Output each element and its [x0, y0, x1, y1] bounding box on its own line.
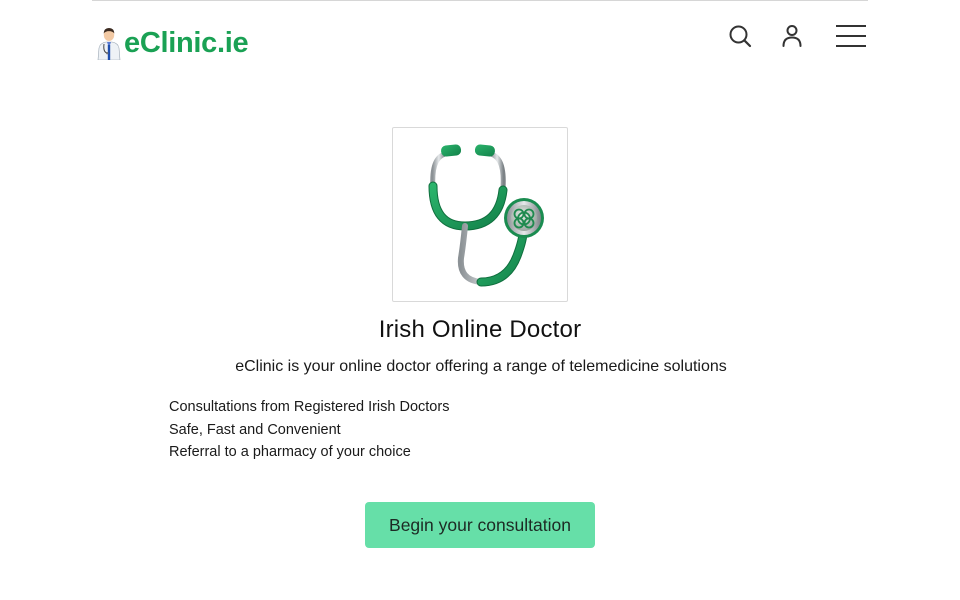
hero-image [392, 127, 568, 302]
feature-item: Referral to a pharmacy of your choice [169, 444, 411, 460]
search-icon [729, 25, 752, 48]
page-subtitle: eClinic is your online doctor offering a… [235, 358, 727, 375]
feature-list: Consultations from Registered Irish Doct… [169, 398, 449, 466]
stethoscope-celtic-knot-icon [428, 144, 544, 287]
page-title: Irish Online Doctor [378, 316, 582, 343]
site-header: eClinic.ie [92, 14, 868, 66]
menu-button[interactable] [834, 22, 868, 50]
top-divider [92, 0, 868, 1]
page: eClinic.ie Irish Online Doctor eClinic i… [0, 0, 960, 600]
feature-item: Safe, Fast and Convenient [169, 421, 341, 438]
logo-text: eClinic.ie [124, 27, 249, 59]
site-logo[interactable]: eClinic.ie [94, 24, 249, 60]
header-nav [726, 22, 868, 50]
feature-item: Consultations from Registered Irish Doct… [169, 399, 450, 415]
user-icon [782, 25, 802, 47]
account-button[interactable] [778, 22, 806, 50]
search-button[interactable] [726, 22, 754, 50]
hamburger-menu-icon [836, 25, 866, 47]
begin-consultation-button[interactable]: Begin your consultation [365, 502, 595, 548]
doctor-mascot-icon [97, 28, 121, 60]
